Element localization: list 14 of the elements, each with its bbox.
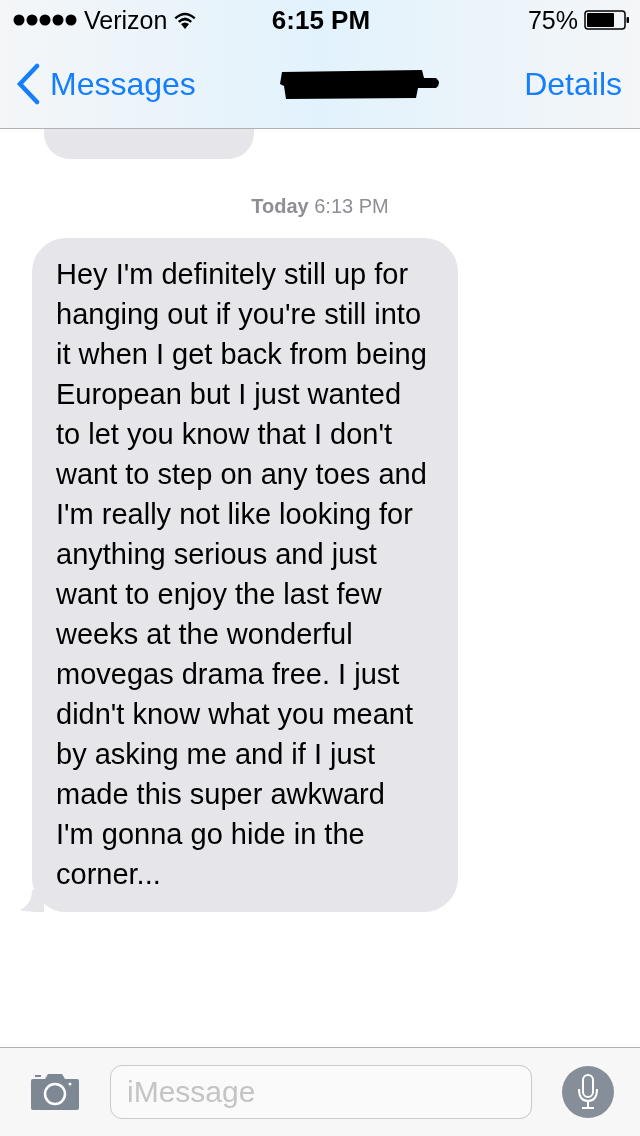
back-button[interactable]: Messages bbox=[16, 63, 196, 105]
microphone-button[interactable] bbox=[562, 1066, 614, 1118]
wifi-icon bbox=[173, 11, 198, 29]
chevron-left-icon bbox=[16, 63, 40, 105]
camera-icon[interactable] bbox=[30, 1073, 80, 1111]
battery-percent: 75% bbox=[527, 5, 578, 35]
carrier-name: Verizon bbox=[84, 5, 168, 35]
message-text: Hey I'm definitely still up for hanging out if you're still into it when I get back from being European but I just wanted to let you know that I don't want to step on any toes and I'm really not like looking for anything serious and just want to enjoy the last few weeks at the wonderful movegas drama free. I just didn't know what you meant by asking me and if I just made this super awkward I'm gonna go hide in the corner... bbox=[56, 257, 428, 892]
microphone-icon bbox=[577, 1074, 599, 1110]
timestamp: Today 6:13 PM bbox=[251, 195, 389, 218]
battery-icon bbox=[584, 10, 630, 30]
signal-icon bbox=[12, 13, 78, 27]
clock: 6:15 PM bbox=[271, 4, 371, 36]
details-link[interactable]: Details bbox=[524, 65, 622, 103]
